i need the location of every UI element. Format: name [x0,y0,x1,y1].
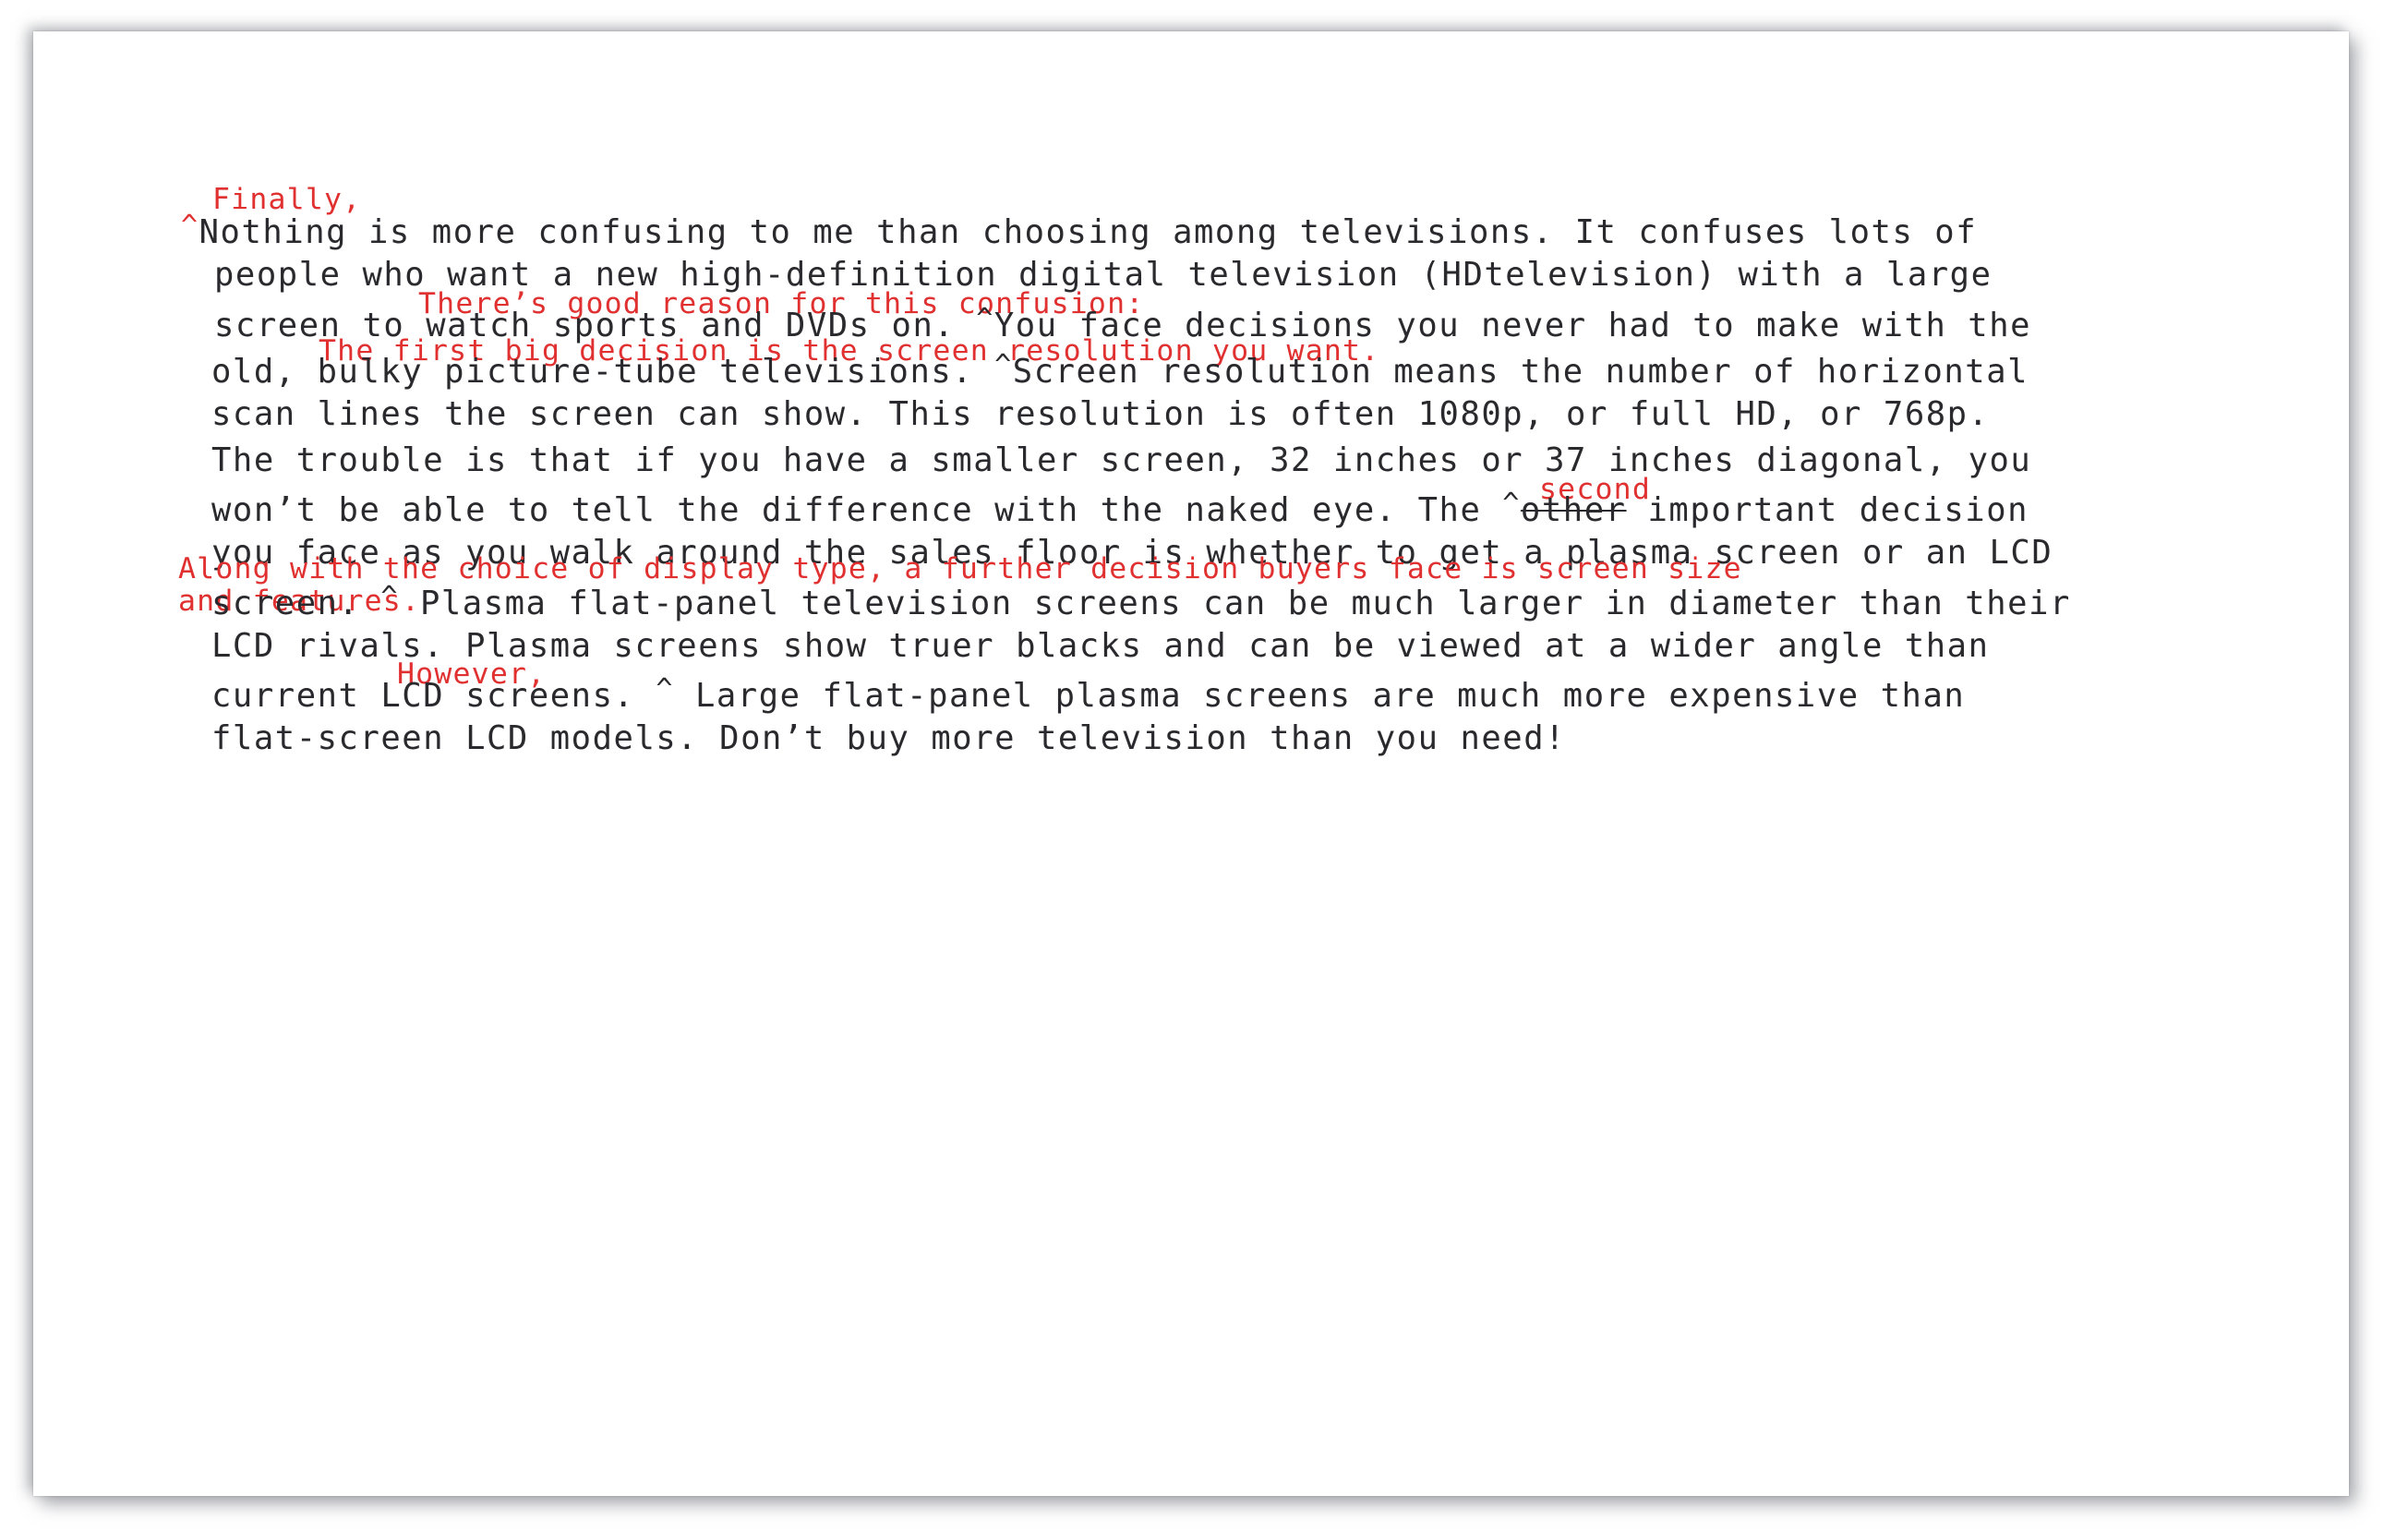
body-line-1-text: Nothing is more confusing to me than cho… [199,213,1978,251]
body-line-5: scan lines the screen can show. This res… [211,395,1990,433]
body-line-7-after: important decision [1626,491,2029,529]
body-line-11: current LCD screens. ^ Large flat-panel … [211,676,1965,713]
caret-mark-5: ^ [380,581,400,613]
body-line-9-before: screen. [211,585,381,622]
body-line-4: old, bulky picture-tube televisions. ^Sc… [211,352,2029,389]
struck-word-other: other [1520,491,1627,529]
body-line-7-before: won’t be able to tell the difference wit… [211,491,1503,529]
body-line-6: The trouble is that if you have a smalle… [211,441,2032,479]
annotation-insertion-along-line1: Along with the choice of display type, a… [178,552,1742,585]
document-page: Finally, ^Nothing is more confusing to m… [33,31,2349,1496]
caret-mark-2: ^ [976,303,994,335]
body-line-4-before: old, bulky picture-tube televisions. [211,353,995,391]
caret-mark-4: ^ [1502,488,1521,520]
body-line-9: screen. ^ Plasma flat-panel television s… [211,584,2071,621]
body-line-4-after: Screen resolution means the number of ho… [1012,353,2029,391]
body-line-11-after: Large flat-panel plasma screens are much… [674,677,1966,715]
annotation-insertion-finally: Finally, [212,183,362,216]
body-line-1: ^Nothing is more confusing to me than ch… [181,212,1977,249]
body-line-12: flat-screen LCD models. Don’t buy more t… [211,719,1567,757]
caret-mark-3: ^ [994,349,1013,381]
body-line-9-after: Plasma flat-panel television screens can… [399,585,2071,622]
caret-mark-6: ^ [656,673,675,706]
body-line-11-before: current LCD screens. [211,677,656,715]
document-body: Finally, ^Nothing is more confusing to m… [33,31,2349,1496]
body-line-7: won’t be able to tell the difference wit… [211,490,2029,527]
caret-mark-1: ^ [181,210,199,242]
screenshot-canvas: Finally, ^Nothing is more confusing to m… [0,0,2408,1532]
